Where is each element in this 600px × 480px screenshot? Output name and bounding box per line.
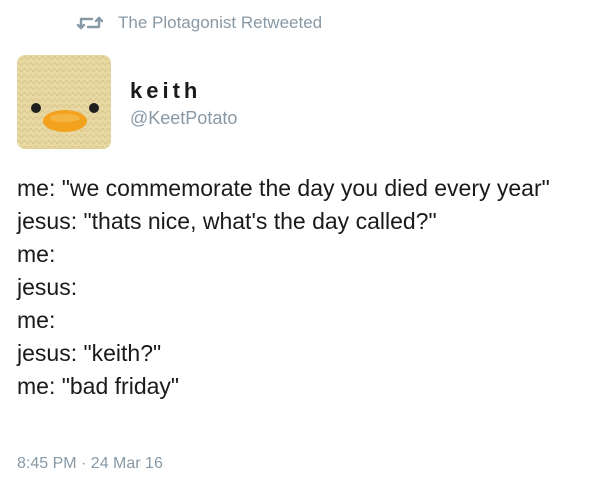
retweet-header: The Plotagonist Retweeted [76, 12, 322, 34]
tweet-line: me: "we commemorate the day you died eve… [17, 175, 550, 201]
tweet-line: me: [17, 307, 56, 333]
tweet-line: jesus: "thats nice, what's the day calle… [17, 208, 437, 234]
author-handle[interactable]: @KeetPotato [130, 108, 237, 129]
tweet-line: me: [17, 241, 56, 267]
tweet-timestamp[interactable]: 8:45 PM · 24 Mar 16 [17, 455, 163, 473]
author-display-name[interactable]: keith [130, 78, 201, 104]
tweet-line: jesus: [17, 274, 78, 300]
retweet-icon [76, 14, 104, 32]
avatar[interactable] [17, 55, 111, 149]
tweet-body: me: "we commemorate the day you died eve… [17, 172, 587, 403]
duck-avatar-icon [17, 55, 111, 149]
retweet-label[interactable]: The Plotagonist Retweeted [118, 13, 322, 33]
tweet-line: jesus: "keith?" [17, 340, 162, 366]
tweet-line: me: "bad friday" [17, 373, 180, 399]
